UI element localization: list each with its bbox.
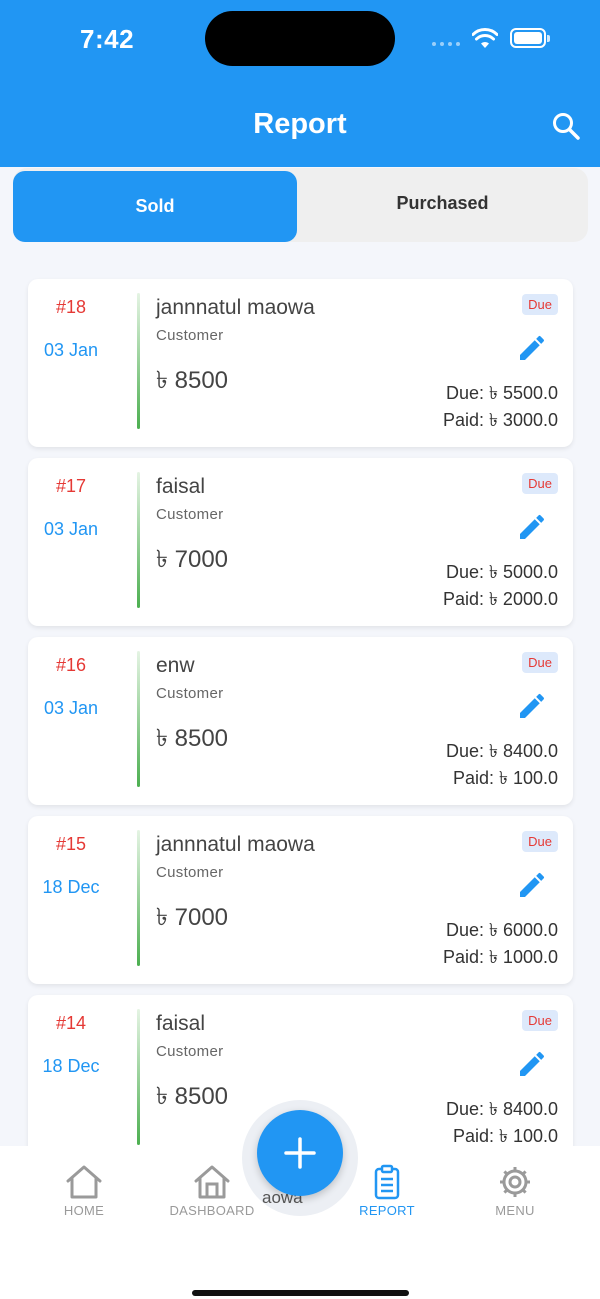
card-divider (137, 293, 140, 429)
paid-amount: Paid: ৳ 2000.0 (442, 589, 558, 609)
total-amount: ৳ 8500 (156, 367, 229, 394)
invoice-number: #17 (55, 476, 87, 496)
invoice-number: #14 (55, 1013, 87, 1033)
invoice-number: #18 (55, 297, 87, 317)
party-type: Customer (156, 864, 224, 881)
status-badge: Due (522, 1010, 558, 1031)
customer-name: jannnatul maowa (156, 833, 315, 856)
report-card[interactable]: #15 18 Dec jannnatul maowa Customer ৳ 70… (28, 816, 573, 984)
paid-amount: Paid: ৳ 100.0 (452, 768, 558, 788)
search-button[interactable] (548, 108, 584, 144)
search-icon (553, 113, 580, 140)
card-divider (137, 651, 140, 787)
customer-name: faisal (156, 1012, 206, 1035)
wifi-icon (472, 28, 498, 48)
report-tabs: Sold Purchased (13, 168, 588, 242)
cellular-signal-icon (432, 42, 460, 46)
status-badge: Due (522, 831, 558, 852)
paid-amount: Paid: ৳ 3000.0 (442, 410, 558, 430)
customer-name: jannnatul maowa (156, 296, 315, 319)
total-amount: ৳ 8500 (156, 725, 229, 752)
status-badge: Due (522, 652, 558, 673)
invoice-number: #15 (55, 834, 87, 854)
report-card[interactable]: #18 03 Jan jannnatul maowa Customer ৳ 85… (28, 279, 573, 447)
app-header: 7:42 Report (0, 0, 600, 167)
total-amount: ৳ 8500 (156, 1083, 229, 1110)
add-button[interactable] (257, 1110, 343, 1196)
status-badge: Due (522, 294, 558, 315)
report-card[interactable]: #16 03 Jan enw Customer ৳ 8500 Due Due: … (28, 637, 573, 805)
invoice-date: 03 Jan (43, 519, 99, 539)
customer-name: enw (156, 654, 195, 677)
edit-icon[interactable] (516, 690, 548, 722)
paid-amount: Paid: ৳ 1000.0 (442, 947, 558, 967)
battery-icon (510, 28, 550, 48)
invoice-date: 03 Jan (43, 698, 99, 718)
total-amount: ৳ 7000 (156, 904, 229, 931)
status-time: 7:42 (80, 24, 135, 54)
gear-icon (500, 1167, 530, 1197)
invoice-date: 18 Dec (42, 1056, 100, 1076)
nav-menu-label: MENU (495, 1203, 535, 1218)
plus-icon (284, 1137, 316, 1169)
customer-name: faisal (156, 475, 206, 498)
invoice-number: #16 (55, 655, 87, 675)
tab-purchased[interactable]: Purchased (297, 168, 588, 239)
invoice-date: 03 Jan (43, 340, 99, 360)
total-amount: ৳ 7000 (156, 546, 229, 573)
party-type: Customer (156, 685, 224, 702)
card-divider (137, 1009, 140, 1145)
edit-icon[interactable] (516, 869, 548, 901)
party-type: Customer (156, 1043, 224, 1060)
home-icon (66, 1165, 102, 1199)
dashboard-icon (194, 1165, 230, 1199)
card-divider (137, 472, 140, 608)
edit-icon[interactable] (516, 332, 548, 364)
tab-sold[interactable]: Sold (13, 171, 297, 242)
edit-icon[interactable] (516, 1048, 548, 1080)
nav-menu[interactable]: MENU (460, 1164, 570, 1218)
nav-report-label: REPORT (359, 1203, 415, 1218)
report-list: #18 03 Jan jannnatul maowa Customer ৳ 85… (28, 279, 573, 1174)
nav-dashboard-label: DASHBOARD (169, 1203, 255, 1218)
edit-icon[interactable] (516, 511, 548, 543)
card-divider (137, 830, 140, 966)
page-title: Report (253, 108, 347, 140)
home-indicator (192, 1290, 409, 1296)
party-type: Customer (156, 506, 224, 523)
nav-home-label: HOME (63, 1203, 105, 1218)
dynamic-island (205, 11, 395, 66)
status-badge: Due (522, 473, 558, 494)
report-card[interactable]: #17 03 Jan faisal Customer ৳ 7000 Due Du… (28, 458, 573, 626)
invoice-date: 18 Dec (42, 877, 100, 897)
nav-home[interactable]: HOME (29, 1164, 139, 1218)
party-type: Customer (156, 327, 224, 344)
clipboard-icon (374, 1164, 400, 1200)
